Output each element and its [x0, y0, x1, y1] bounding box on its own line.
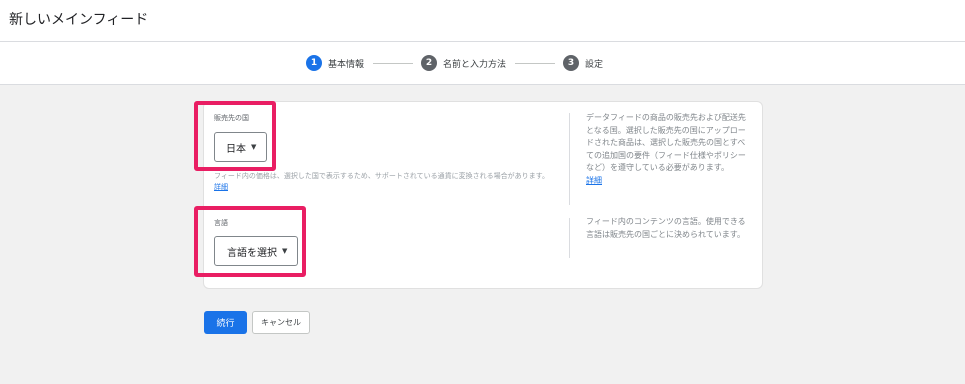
- continue-button[interactable]: 続行: [204, 311, 247, 334]
- country-hint-details-link[interactable]: 詳細: [214, 183, 228, 191]
- step-connector: [515, 63, 555, 64]
- cancel-button[interactable]: キャンセル: [252, 311, 310, 334]
- language-highlight-box: [194, 206, 306, 277]
- country-hint: フィード内の価格は、選択した国で表示するため、サポートされている通貨に変換される…: [214, 171, 554, 193]
- step-number-2: 2: [421, 55, 437, 71]
- country-hint-text: フィード内の価格は、選択した国で表示するため、サポートされている通貨に変換される…: [214, 172, 549, 180]
- language-help: フィード内のコンテンツの言語。使用できる言語は販売先の国ごとに決められています。: [586, 217, 746, 239]
- page-title: 新しいメインフィード: [9, 12, 149, 28]
- app-header: 新しいメインフィード: [0, 0, 965, 42]
- step-basic-info[interactable]: 1 基本情報: [306, 54, 364, 72]
- step-label-settings: 設定: [585, 59, 604, 70]
- country-highlight-box: [194, 101, 276, 171]
- help-divider: [569, 218, 570, 258]
- help-divider: [569, 113, 570, 205]
- country-help-details-link[interactable]: 詳細: [586, 176, 602, 185]
- country-help-text: データフィードの商品の販売先および配送先となる国。選択した販売先の国にアップロー…: [586, 113, 746, 173]
- step-label-basic-info: 基本情報: [328, 59, 365, 70]
- step-label-name-input-method: 名前と入力方法: [443, 59, 507, 70]
- country-help: データフィードの商品の販売先および配送先となる国。選択した販売先の国にアップロー…: [586, 112, 746, 188]
- step-number-3: 3: [563, 55, 579, 71]
- stepper: 1 基本情報 2 名前と入力方法 3 設定: [0, 42, 965, 85]
- step-settings[interactable]: 3 設定: [563, 54, 603, 72]
- step-connector: [373, 63, 413, 64]
- step-number-1: 1: [306, 55, 322, 71]
- step-name-input-method[interactable]: 2 名前と入力方法: [421, 54, 506, 72]
